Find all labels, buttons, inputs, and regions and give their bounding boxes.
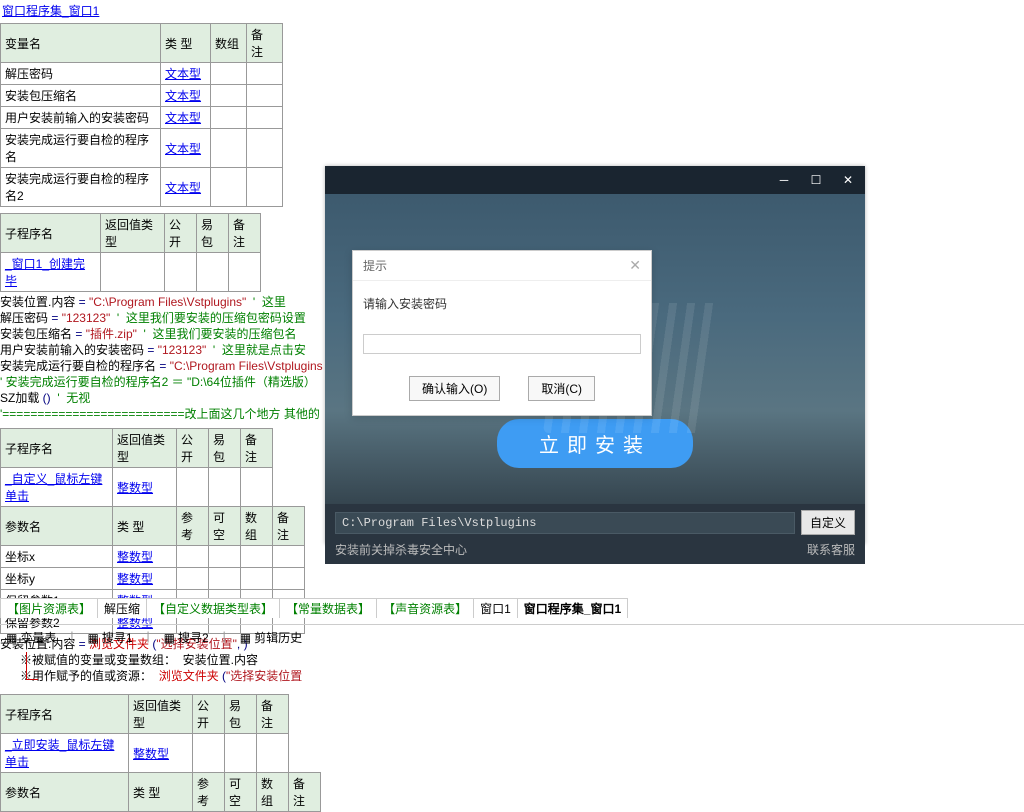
var-type[interactable]: 文本型: [165, 67, 201, 81]
sh: 公开: [177, 429, 209, 468]
ph: 参考: [177, 507, 209, 546]
status-3[interactable]: ▦ 剪辑历史: [234, 629, 308, 646]
ph: 参数名: [1, 773, 129, 812]
toolbar-icon: ▦: [240, 631, 251, 645]
minimize-icon[interactable]: ─: [771, 170, 797, 190]
ph: 数组: [257, 773, 289, 812]
installer-footer: 自定义 安装前关掉杀毒安全中心 联系客服: [325, 504, 865, 564]
sub-rtype[interactable]: 整数型: [117, 481, 153, 495]
tab-4[interactable]: 【声音资源表】: [376, 598, 474, 618]
sub-name[interactable]: _立即安装_鼠标左键单击: [5, 738, 114, 769]
tab-3[interactable]: 【常量数据表】: [279, 598, 377, 618]
bottom-tabs: 【图片资源表】解压缩【自定义数据类型表】【常量数据表】【声音资源表】窗口1窗口程…: [0, 596, 1024, 650]
var-type[interactable]: 文本型: [165, 89, 201, 103]
maximize-icon[interactable]: ☐: [803, 170, 829, 190]
vh0: 变量名: [1, 24, 161, 63]
sh: 返回值类型: [101, 214, 165, 253]
tab-1[interactable]: 解压缩: [97, 598, 147, 618]
ph: 参考: [193, 773, 225, 812]
tab-6[interactable]: 窗口程序集_窗口1: [517, 598, 628, 618]
pn[interactable]: 坐标y: [1, 568, 113, 590]
sh: 子程序名: [1, 695, 129, 734]
sh: 备 注: [241, 429, 273, 468]
sh: 子程序名: [1, 214, 101, 253]
status-2[interactable]: ▦ 搜寻2: [158, 629, 215, 646]
sh: 返回值类型: [129, 695, 193, 734]
prompt-message: 请输入安装密码: [363, 295, 641, 312]
pn[interactable]: 坐标x: [1, 546, 113, 568]
confirm-button[interactable]: 确认输入(O): [409, 376, 500, 401]
sh: 返回值类型: [113, 429, 177, 468]
ph: 备 注: [273, 507, 305, 546]
sh: 易包: [197, 214, 229, 253]
sub-rtype[interactable]: 整数型: [133, 747, 169, 761]
ph: 备 注: [289, 773, 321, 812]
sh: 子程序名: [1, 429, 113, 468]
password-input[interactable]: [363, 334, 641, 354]
sh: 公开: [193, 695, 225, 734]
sub-name[interactable]: _窗口1_创建完毕: [5, 257, 85, 288]
sub-table-1: 子程序名 返回值类型 公开 易包 备 注 _窗口1_创建完毕: [0, 213, 261, 292]
var-name[interactable]: 安装完成运行要自检的程序名2: [1, 168, 161, 207]
toolbar-icon: ▦: [87, 631, 98, 645]
var-type[interactable]: 文本型: [165, 142, 201, 156]
close-icon[interactable]: ✕: [835, 170, 861, 190]
install-path-input[interactable]: [335, 512, 795, 534]
install-now-button[interactable]: 立即安装: [497, 419, 693, 468]
warning-text: 安装前关掉杀毒安全中心: [335, 541, 467, 558]
var-name[interactable]: 安装完成运行要自检的程序名: [1, 129, 161, 168]
ph: 可空: [225, 773, 257, 812]
ph: 参数名: [1, 507, 113, 546]
cancel-button[interactable]: 取消(C): [528, 376, 595, 401]
tab-2[interactable]: 【自定义数据类型表】: [146, 598, 280, 618]
ph: 类 型: [113, 507, 177, 546]
prompt-title: 提示: [363, 257, 387, 274]
sh: 公开: [165, 214, 197, 253]
ph: 可空: [209, 507, 241, 546]
sh: 易包: [209, 429, 241, 468]
ph: 数组: [241, 507, 273, 546]
var-type[interactable]: 文本型: [165, 111, 201, 125]
toolbar-icon: ▦: [164, 631, 175, 645]
var-name[interactable]: 用户安装前输入的安装密码: [1, 107, 161, 129]
sh: 备 注: [257, 695, 289, 734]
tab-5[interactable]: 窗口1: [473, 598, 518, 618]
pt[interactable]: 整数型: [117, 572, 153, 586]
ph: 类 型: [129, 773, 193, 812]
installer-titlebar: ─ ☐ ✕: [325, 166, 865, 194]
variable-table: 变量名 类 型 数组 备 注 解压密码文本型 安装包压缩名文本型 用户安装前输入…: [0, 23, 283, 207]
sh: 备 注: [229, 214, 261, 253]
module-link[interactable]: 窗口程序集_窗口1: [2, 4, 99, 18]
contact-link[interactable]: 联系客服: [807, 541, 855, 558]
pt[interactable]: 整数型: [117, 550, 153, 564]
sub-table-3: 子程序名 返回值类型 公开 易包 备 注 _立即安装_鼠标左键单击 整数型 参数名…: [0, 694, 321, 812]
vh2: 数组: [211, 24, 247, 63]
close-icon[interactable]: ✕: [629, 257, 641, 274]
prompt-dialog: 提示 ✕ 请输入安装密码 确认输入(O) 取消(C): [352, 250, 652, 416]
vh3: 备 注: [247, 24, 283, 63]
sub-name[interactable]: _自定义_鼠标左键单击: [5, 472, 102, 503]
status-0[interactable]: ▦ 变量表: [0, 629, 62, 646]
var-name[interactable]: 安装包压缩名: [1, 85, 161, 107]
var-type[interactable]: 文本型: [165, 181, 201, 195]
var-name[interactable]: 解压密码: [1, 63, 161, 85]
tab-0[interactable]: 【图片资源表】: [0, 598, 98, 618]
status-1[interactable]: ▦ 搜寻1: [81, 629, 138, 646]
vh1: 类 型: [161, 24, 211, 63]
sh: 易包: [225, 695, 257, 734]
toolbar-icon: ▦: [6, 631, 17, 645]
custom-button[interactable]: 自定义: [801, 510, 855, 535]
